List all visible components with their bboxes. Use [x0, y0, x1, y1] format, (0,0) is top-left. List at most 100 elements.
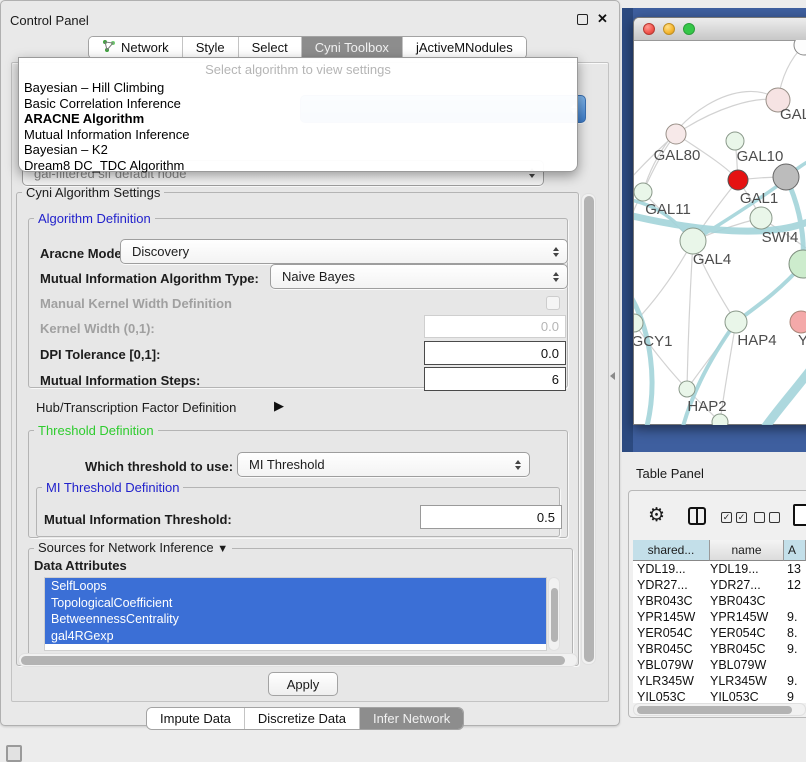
column-header-shared-name[interactable]: shared...	[633, 540, 710, 561]
tab-cyni-toolbox[interactable]: Cyni Toolbox	[301, 37, 402, 58]
tab-jactivemnodules-label: jActiveMNodules	[416, 40, 513, 55]
node-table: shared... name A YDL19...YDL19...13 YDR2…	[633, 540, 806, 703]
table-row[interactable]: YBL079WYBL079W	[633, 657, 806, 673]
kernel-width-value: 0.0	[541, 319, 559, 334]
screen: Control Panel ✕ Network Style Select Cyn…	[0, 0, 806, 762]
columns-icon[interactable]	[688, 507, 706, 525]
table-row[interactable]: YER054CYER054C8.	[633, 625, 806, 641]
tab-select[interactable]: Select	[238, 37, 301, 58]
network-window-titlebar[interactable]	[634, 18, 806, 41]
popup-item[interactable]: Bayesian – K2	[19, 142, 577, 158]
aracne-mode-value: Discovery	[132, 244, 189, 259]
dpi-tolerance-field[interactable]: 0.0	[424, 341, 566, 365]
mac-close-button[interactable]	[643, 23, 655, 35]
minimized-window-icon[interactable]	[6, 745, 22, 762]
sources-title-text: Sources for Network Inference	[38, 540, 214, 555]
node-gal11[interactable]	[634, 183, 652, 201]
table-row[interactable]: YDL19...YDL19...13	[633, 561, 806, 577]
node-gal80[interactable]	[666, 124, 686, 144]
node-label: HAP2	[687, 398, 726, 415]
node-label: GAL80	[654, 147, 701, 164]
tab-discretize-data-label: Discretize Data	[258, 711, 346, 726]
mi-type-combo[interactable]: Naive Bayes	[270, 264, 568, 289]
column-header-partial[interactable]: A	[784, 540, 806, 561]
node-label: GAL11	[645, 201, 691, 218]
which-threshold-value: MI Threshold	[249, 457, 325, 472]
popup-item[interactable]: Mutual Information Inference	[19, 127, 577, 143]
manual-kernel-label: Manual Kernel Width Definition	[40, 296, 232, 311]
close-icon[interactable]: ✕	[597, 11, 608, 27]
tab-select-label: Select	[252, 40, 288, 55]
mi-threshold-value: 0.5	[537, 510, 555, 525]
node-bottom[interactable]	[712, 414, 728, 425]
dpi-tolerance-value: 0.0	[541, 346, 559, 361]
aracne-mode-combo[interactable]: Discovery	[120, 239, 568, 264]
which-threshold-combo[interactable]: MI Threshold	[237, 452, 530, 477]
tab-jactivemnodules[interactable]: jActiveMNodules	[402, 37, 526, 58]
kernel-width-field[interactable]: 0.0	[424, 315, 566, 338]
table-row[interactable]: YPR145WYPR145W9.	[633, 609, 806, 625]
node-label: HAP4	[737, 332, 776, 349]
deselect-all-checkboxes-icon[interactable]	[754, 512, 780, 523]
mac-zoom-button[interactable]	[683, 23, 695, 35]
expand-right-icon[interactable]: ▶	[274, 398, 284, 414]
popup-item-selected[interactable]: ARACNE Algorithm	[19, 111, 577, 127]
apply-button-label: Apply	[287, 677, 320, 692]
node-label: GAL1	[740, 190, 778, 207]
gear-icon[interactable]: ⚙	[648, 504, 665, 526]
attribute-item[interactable]: SelfLoops	[45, 578, 546, 595]
attribute-item[interactable]: BetweennessCentrality	[45, 611, 546, 628]
settings-horizontal-scrollbar[interactable]	[18, 653, 578, 667]
table-row[interactable]: YDR27...YDR27...12	[633, 577, 806, 593]
algorithm-dropdown-popup: Select algorithm to view settings Bayesi…	[18, 57, 578, 172]
sources-group-title[interactable]: Sources for Network Inference ▼	[34, 541, 232, 556]
tab-network-label: Network	[121, 40, 169, 55]
table-row[interactable]: YIL053CYIL053C9	[633, 689, 806, 702]
network-canvas[interactable]: GAL80 GAL10 GAL1 GAL11 SWI4 GAL4 GCY1 HA…	[634, 40, 806, 425]
node-gray[interactable]	[773, 164, 799, 190]
table-row[interactable]: YBR045CYBR045C9.	[633, 641, 806, 657]
settings-vertical-scrollbar[interactable]	[581, 193, 596, 665]
attribute-item[interactable]: TopologicalCoefficient	[45, 595, 546, 612]
float-window-icon[interactable]	[577, 14, 588, 25]
node-gal1[interactable]	[750, 207, 772, 229]
apply-button[interactable]: Apply	[268, 672, 338, 696]
control-panel-title: Control Panel	[10, 13, 89, 28]
node-label: GAL4	[693, 251, 731, 268]
mi-steps-label: Mutual Information Steps:	[40, 373, 200, 388]
table-row[interactable]: YBR043CYBR043C	[633, 593, 806, 609]
popup-item[interactable]: Basic Correlation Inference	[19, 96, 577, 112]
tab-style-label: Style	[196, 40, 225, 55]
popup-item[interactable]: Bayesian – Hill Climbing	[19, 80, 577, 96]
tab-impute-data[interactable]: Impute Data	[147, 708, 244, 729]
aracne-mode-label: Aracne Mode:	[40, 246, 126, 261]
tab-style[interactable]: Style	[182, 37, 238, 58]
attributes-vertical-scrollbar[interactable]	[548, 577, 560, 651]
tab-discretize-data[interactable]: Discretize Data	[244, 708, 359, 729]
manual-kernel-checkbox[interactable]	[546, 296, 560, 310]
mi-threshold-field[interactable]: 0.5	[420, 505, 562, 529]
table-horizontal-scrollbar[interactable]	[633, 703, 806, 716]
node-unlabeled-white[interactable]	[794, 40, 806, 55]
node-hap4[interactable]	[725, 311, 747, 333]
attribute-item[interactable]: gal4RGexp	[45, 628, 546, 645]
tab-infer-network[interactable]: Infer Network	[359, 708, 463, 729]
node-red-selected[interactable]	[728, 170, 748, 190]
mac-minimize-button[interactable]	[663, 23, 675, 35]
table-rows: YDL19...YDL19...13 YDR27...YDR27...12 YB…	[633, 561, 806, 702]
node-pink-right[interactable]	[790, 311, 806, 333]
table-panel-title: Table Panel	[636, 466, 704, 481]
node-hap2[interactable]	[679, 381, 695, 397]
select-all-checkboxes-icon[interactable]: ✓✓	[721, 512, 747, 523]
table-row[interactable]: YLR345WYLR345W9.	[633, 673, 806, 689]
hub-definition-label[interactable]: Hub/Transcription Factor Definition	[36, 400, 236, 415]
panel-divider-collapse-icon[interactable]	[610, 372, 615, 380]
popup-item[interactable]: Dream8 DC_TDC Algorithm	[19, 158, 577, 174]
mi-type-value: Naive Bayes	[282, 269, 355, 284]
collapse-down-icon[interactable]: ▼	[217, 543, 228, 555]
tab-network[interactable]: Network	[89, 37, 182, 58]
column-header-name[interactable]: name	[710, 540, 784, 561]
node-label: GAL10	[737, 148, 784, 165]
document-icon[interactable]	[793, 504, 806, 526]
mi-steps-field[interactable]: 6	[424, 367, 566, 391]
